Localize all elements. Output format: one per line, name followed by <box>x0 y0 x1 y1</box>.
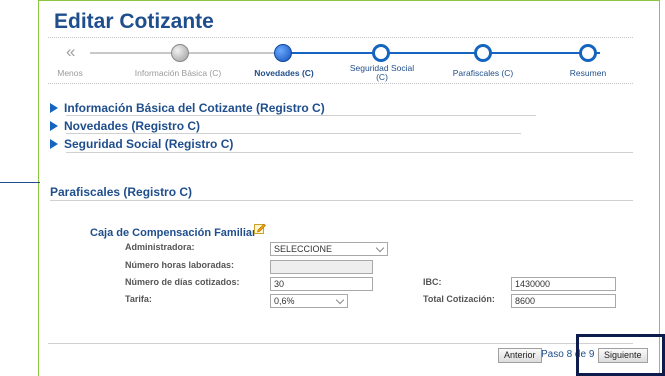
expand-triangle-icon <box>50 139 58 149</box>
step-label-seguridad-social[interactable]: Seguridad Social (C) <box>340 64 424 82</box>
section-label: Novedades (Registro C) <box>64 119 201 133</box>
step-label-novedades[interactable]: Novedades (C) <box>246 69 322 78</box>
ibc-input[interactable]: 1430000 <box>511 277 616 291</box>
chevron-down-icon <box>375 243 385 253</box>
parafiscales-title: Parafiscales (Registro C) <box>50 185 193 199</box>
tarifa-value: 0,6% <box>274 296 295 306</box>
step-label-resumen[interactable]: Resumen <box>560 69 616 78</box>
caja-compensacion-subtitle: Caja de Compensación Familiar <box>90 227 257 239</box>
chevron-down-icon <box>335 295 345 305</box>
step-node-resumen[interactable] <box>579 44 597 62</box>
total-cotizacion-input[interactable]: 8600 <box>511 294 616 308</box>
expand-triangle-icon <box>50 121 58 131</box>
horas-laboradas-label: Número horas laboradas: <box>125 260 235 270</box>
total-cotizacion-label: Total Cotización: <box>423 294 495 304</box>
step-node-seguridad-social[interactable] <box>372 44 390 62</box>
dias-cotizados-input[interactable]: 30 <box>270 277 373 291</box>
step-node-parafiscales[interactable] <box>474 44 492 62</box>
anterior-button[interactable]: Anterior <box>498 348 542 363</box>
page-title: Editar Cotizante <box>54 10 214 33</box>
section-divider <box>50 200 633 201</box>
edit-pencil-icon[interactable] <box>254 222 266 234</box>
section-informacion-basica[interactable]: Información Básica del Cotizante (Regist… <box>50 101 325 115</box>
section-label: Seguridad Social (Registro C) <box>64 137 234 151</box>
side-connector-line <box>0 182 40 183</box>
section-novedades[interactable]: Novedades (Registro C) <box>50 119 200 133</box>
administradora-select[interactable]: SELECCIONE <box>270 242 388 256</box>
administradora-value: SELECCIONE <box>274 244 333 254</box>
step-node-novedades[interactable] <box>274 44 292 62</box>
section-divider <box>66 115 536 116</box>
footer-divider <box>48 343 633 344</box>
section-label: Información Básica del Cotizante (Regist… <box>64 101 325 115</box>
wizard-top-divider <box>48 37 633 38</box>
section-divider <box>66 133 521 134</box>
section-divider <box>66 152 633 153</box>
dias-cotizados-label: Número de días cotizados: <box>125 277 240 287</box>
step-label-seguridad-social-line2: (C) <box>376 72 388 82</box>
section-seguridad-social[interactable]: Seguridad Social (Registro C) <box>50 137 233 151</box>
step-label-parafiscales[interactable]: Parafiscales (C) <box>444 69 522 78</box>
step-node-informacion-basica[interactable] <box>171 44 189 62</box>
ibc-label: IBC: <box>423 277 442 287</box>
step-label-informacion-basica[interactable]: Información Básica (C) <box>128 69 228 78</box>
administradora-label: Administradora: <box>125 242 195 252</box>
wizard-bottom-divider <box>48 83 633 84</box>
back-arrow-icon[interactable]: « <box>66 43 75 61</box>
tarifa-select[interactable]: 0,6% <box>270 294 348 308</box>
expand-triangle-icon <box>50 103 58 113</box>
horas-laboradas-input <box>270 260 373 274</box>
step-label-menos[interactable]: Menos <box>56 69 84 78</box>
siguiente-highlight-box <box>576 334 665 376</box>
wizard-progress-pending <box>285 52 600 54</box>
tarifa-label: Tarifa: <box>125 294 152 304</box>
